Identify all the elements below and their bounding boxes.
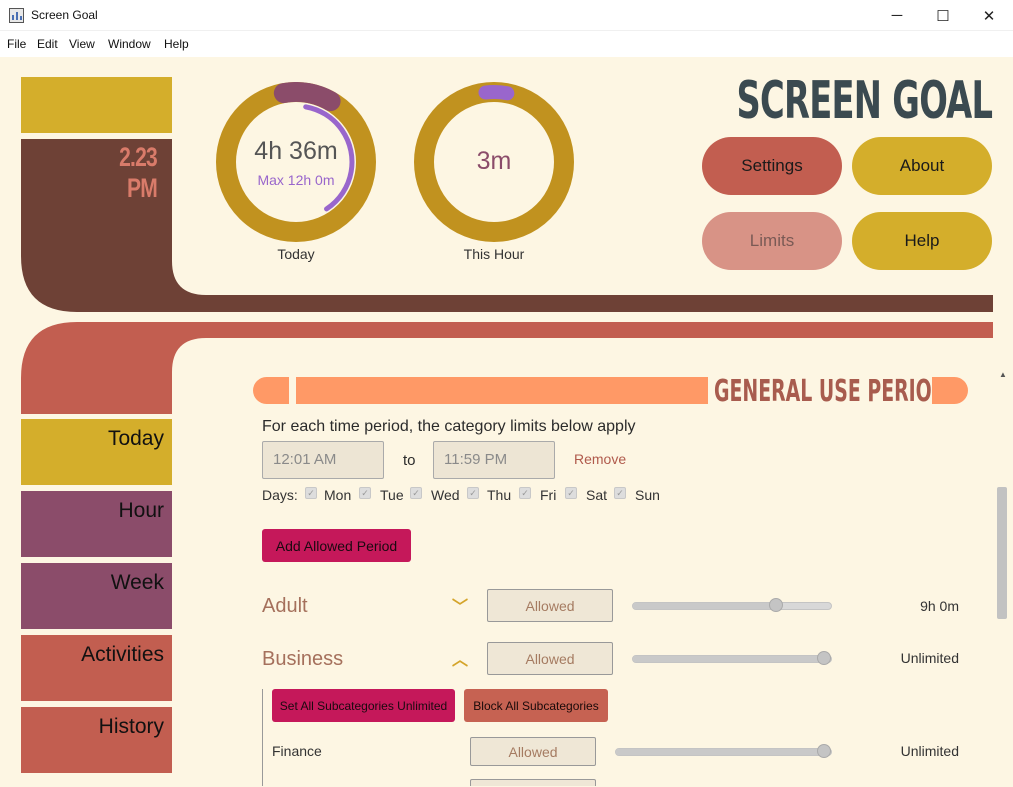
- menu-bar: File Edit View Window Help: [0, 31, 1013, 57]
- slider-knob[interactable]: [817, 651, 831, 665]
- adult-limit-slider[interactable]: [632, 598, 832, 612]
- checkbox-thu[interactable]: ✓: [467, 487, 479, 499]
- menu-edit[interactable]: Edit: [37, 37, 58, 51]
- today-value: 4h 36m: [254, 137, 338, 165]
- window-title: Screen Goal: [31, 8, 98, 22]
- menu-window[interactable]: Window: [108, 37, 151, 51]
- set-all-unlimited-button[interactable]: Set All Subcategories Unlimited: [272, 689, 455, 722]
- remove-period-link[interactable]: Remove: [574, 451, 626, 467]
- finance-limit-value: Unlimited: [900, 743, 959, 759]
- slider-knob[interactable]: [817, 744, 831, 758]
- period-start-input[interactable]: 12:01 AM: [262, 441, 384, 479]
- menu-file[interactable]: File: [7, 37, 26, 51]
- checkbox-tue[interactable]: ✓: [359, 487, 371, 499]
- checkbox-fri[interactable]: ✓: [519, 487, 531, 499]
- clock: 2.23 PM: [119, 142, 158, 203]
- day-mon: Mon: [324, 487, 352, 503]
- title-bar: Screen Goal ─ ☐ ✕: [0, 0, 1013, 31]
- today-max: Max 12h 0m: [257, 172, 335, 188]
- hour-value: 3m: [476, 147, 512, 175]
- business-limit-slider[interactable]: [632, 651, 832, 665]
- menu-view[interactable]: View: [69, 37, 95, 51]
- menu-help[interactable]: Help: [164, 37, 189, 51]
- settings-button[interactable]: Settings: [702, 137, 842, 195]
- checkbox-sun[interactable]: ✓: [614, 487, 626, 499]
- day-tue: Tue: [380, 487, 404, 503]
- checkbox-wed[interactable]: ✓: [410, 487, 422, 499]
- day-sat: Sat: [586, 487, 608, 503]
- day-sun: Sun: [635, 487, 660, 503]
- chevron-down-icon[interactable]: ﹀: [452, 593, 468, 617]
- section-bar: [296, 377, 708, 404]
- adult-status-button[interactable]: Allowed: [487, 589, 613, 622]
- category-adult: Adult: [262, 595, 308, 617]
- section-bar-cap-right: [932, 377, 968, 404]
- today-label: Today: [277, 246, 315, 262]
- category-business: Business: [262, 648, 344, 670]
- nav-activities[interactable]: Activities: [21, 635, 172, 701]
- section-bar-cap-left: [253, 377, 289, 404]
- limits-button[interactable]: Limits: [702, 212, 842, 270]
- scroll-up-icon[interactable]: ▲: [999, 370, 1007, 379]
- help-button[interactable]: Help: [852, 212, 992, 270]
- main-content: 2.23 PM 4h 36m Max 12h 0m Today 3m This …: [1, 57, 1012, 786]
- about-button[interactable]: About: [852, 137, 992, 195]
- nav-history[interactable]: History: [21, 707, 172, 773]
- finance-status-button[interactable]: Allowed: [470, 737, 596, 766]
- close-button[interactable]: ✕: [966, 0, 1012, 31]
- block-all-subcategories-button[interactable]: Block All Subcategories: [464, 689, 608, 722]
- maximize-button[interactable]: ☐: [920, 0, 966, 31]
- scrollbar-thumb[interactable]: [997, 487, 1007, 619]
- day-wed: Wed: [431, 487, 460, 503]
- adult-limit-value: 9h 0m: [920, 598, 959, 614]
- next-subcategory-status-button[interactable]: [470, 779, 596, 786]
- subcategory-indent-line: [262, 689, 263, 786]
- nav-hour[interactable]: Hour: [21, 491, 172, 557]
- slider-knob[interactable]: [769, 598, 783, 612]
- days-label: Days:: [262, 487, 298, 503]
- subcategory-finance: Finance: [272, 743, 322, 759]
- brand-title: SCREEN GOAL: [736, 71, 992, 131]
- checkbox-mon[interactable]: ✓: [305, 487, 317, 499]
- hour-label: This Hour: [463, 246, 525, 262]
- period-to-label: to: [403, 452, 416, 469]
- finance-limit-slider[interactable]: [615, 744, 832, 758]
- minimize-button[interactable]: ─: [874, 0, 920, 31]
- business-status-button[interactable]: Allowed: [487, 642, 613, 675]
- chevron-up-icon[interactable]: ︿: [452, 646, 468, 670]
- day-fri: Fri: [540, 487, 557, 503]
- top-corner-block: [21, 77, 172, 133]
- app-icon: [9, 8, 24, 23]
- period-intro: For each time period, the category limit…: [262, 418, 636, 435]
- nav-today[interactable]: Today: [21, 419, 172, 485]
- day-thu: Thu: [487, 487, 512, 503]
- add-allowed-period-button[interactable]: Add Allowed Period: [262, 529, 411, 562]
- period-end-input[interactable]: 11:59 PM: [433, 441, 555, 479]
- section-title: GENERAL USE PERIODS: [714, 374, 962, 409]
- checkbox-sat[interactable]: ✓: [565, 487, 577, 499]
- nav-week[interactable]: Week: [21, 563, 172, 629]
- business-limit-value: Unlimited: [900, 650, 959, 666]
